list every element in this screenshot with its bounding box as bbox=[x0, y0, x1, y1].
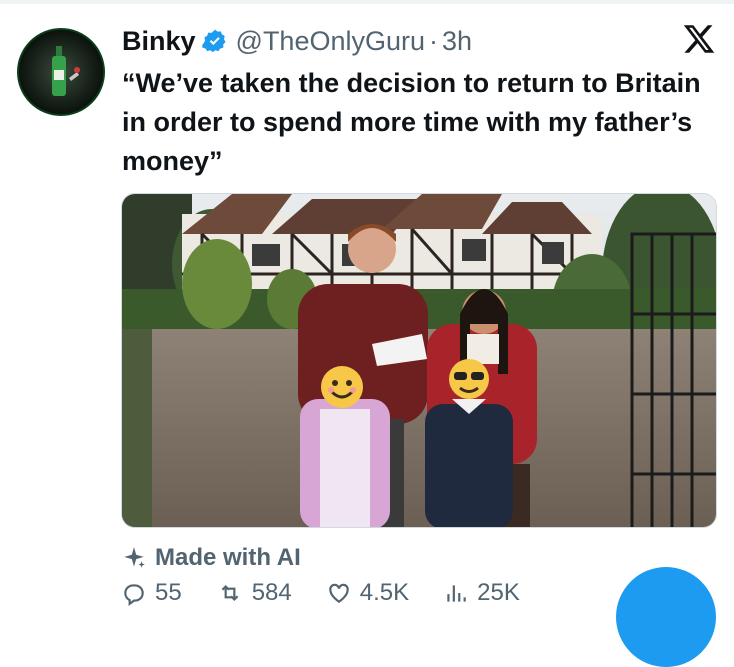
like-count: 4.5K bbox=[359, 579, 410, 606]
reply-icon bbox=[124, 584, 144, 606]
reply-count: 55 bbox=[155, 579, 182, 606]
verified-badge-icon bbox=[201, 29, 226, 53]
tweet-image[interactable] bbox=[121, 193, 717, 528]
reply-button[interactable]: 55 bbox=[121, 579, 182, 607]
tweet-header: Binky @TheOnlyGuru · 3h bbox=[122, 24, 472, 58]
repost-icon bbox=[221, 584, 239, 602]
view-count: 25K bbox=[477, 579, 520, 606]
like-button[interactable]: 4.5K bbox=[326, 579, 409, 607]
compose-button[interactable] bbox=[616, 567, 716, 667]
tweet-text: “We’ve taken the decision to return to B… bbox=[122, 68, 701, 176]
repost-button[interactable]: 584 bbox=[216, 579, 292, 607]
separator-dot: · bbox=[429, 25, 439, 56]
sparkle-icon bbox=[124, 547, 145, 568]
made-with-ai-label[interactable]: Made with AI bbox=[121, 541, 301, 575]
x-logo-icon bbox=[683, 25, 715, 53]
heart-icon bbox=[329, 583, 349, 603]
author-name[interactable]: Binky bbox=[122, 26, 196, 57]
top-divider bbox=[0, 0, 734, 4]
action-bar: 55 584 4.5K 25K bbox=[121, 578, 601, 608]
avatar[interactable] bbox=[17, 28, 105, 116]
repost-count: 584 bbox=[251, 579, 292, 606]
views-icon bbox=[447, 585, 466, 602]
timestamp[interactable]: 3h bbox=[442, 26, 472, 57]
author-handle[interactable]: @TheOnlyGuru bbox=[236, 26, 425, 57]
ai-label-text: Made with AI bbox=[155, 544, 301, 571]
photo bbox=[122, 194, 716, 527]
bottle-icon bbox=[19, 30, 103, 114]
views-button[interactable]: 25K bbox=[443, 579, 520, 607]
